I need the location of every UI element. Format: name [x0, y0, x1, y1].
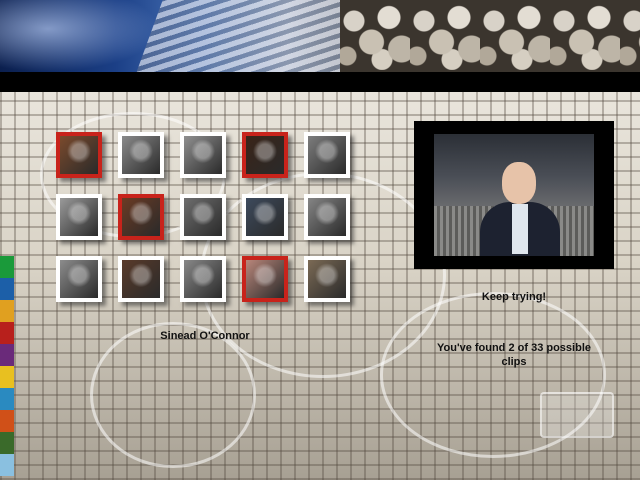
- color-strip-segment: [0, 454, 14, 476]
- clip-thumbnail[interactable]: [242, 256, 288, 302]
- clip-thumbnail[interactable]: [180, 256, 226, 302]
- presenter-head: [502, 162, 536, 204]
- clip-thumbnail-image: [308, 260, 346, 298]
- clip-thumbnail-image: [60, 198, 98, 236]
- clip-thumbnail[interactable]: [118, 194, 164, 240]
- color-strip-segment: [0, 344, 14, 366]
- clip-thumbnail[interactable]: [56, 256, 102, 302]
- color-strip-segment: [0, 322, 14, 344]
- watermark-logo: [540, 392, 614, 438]
- clip-thumbnail[interactable]: [180, 132, 226, 178]
- clip-thumbnail-image: [60, 136, 98, 174]
- clip-thumbnail-image: [246, 260, 284, 298]
- clip-thumbnail[interactable]: [304, 132, 350, 178]
- clip-thumbnail-image: [122, 136, 160, 174]
- color-strip: [0, 256, 14, 480]
- color-strip-segment: [0, 410, 14, 432]
- clip-thumbnail[interactable]: [56, 194, 102, 240]
- progress-message: You've found 2 of 33 possible clips: [437, 342, 591, 368]
- clip-thumbnail-image: [308, 136, 346, 174]
- clip-thumbnail-image: [184, 198, 222, 236]
- clip-thumbnail-image: [184, 136, 222, 174]
- clip-thumbnail-image: [184, 260, 222, 298]
- clip-thumbnail[interactable]: [242, 132, 288, 178]
- header-banner: [0, 0, 640, 72]
- color-strip-segment: [0, 300, 14, 322]
- clip-thumbnail[interactable]: [118, 256, 164, 302]
- clip-thumbnail-image: [60, 260, 98, 298]
- bg-swirl: [90, 322, 256, 468]
- color-strip-segment: [0, 278, 14, 300]
- color-strip-segment: [0, 432, 14, 454]
- video-player[interactable]: [414, 121, 614, 269]
- color-strip-segment: [0, 388, 14, 410]
- banner-rocks: [340, 0, 640, 72]
- banner-sky: [0, 0, 160, 72]
- clip-thumbnail-image: [308, 198, 346, 236]
- presenter-shirt: [512, 204, 528, 254]
- clip-thumbnail[interactable]: [242, 194, 288, 240]
- header-divider: [0, 72, 640, 92]
- clip-thumbnail[interactable]: [304, 256, 350, 302]
- selected-artist-name: Sinead O'Connor: [160, 330, 250, 342]
- clip-thumbnail-image: [246, 198, 284, 236]
- clip-thumbnail-grid: [56, 132, 356, 312]
- color-strip-segment: [0, 366, 14, 388]
- clip-thumbnail[interactable]: [56, 132, 102, 178]
- color-strip-segment: [0, 256, 14, 278]
- status-message: Keep trying!: [481, 291, 547, 303]
- clip-thumbnail[interactable]: [304, 194, 350, 240]
- video-frame: [434, 134, 594, 256]
- clip-thumbnail[interactable]: [118, 132, 164, 178]
- clip-thumbnail-image: [122, 260, 160, 298]
- clip-thumbnail[interactable]: [180, 194, 226, 240]
- clip-thumbnail-image: [246, 136, 284, 174]
- clip-thumbnail-image: [122, 198, 160, 236]
